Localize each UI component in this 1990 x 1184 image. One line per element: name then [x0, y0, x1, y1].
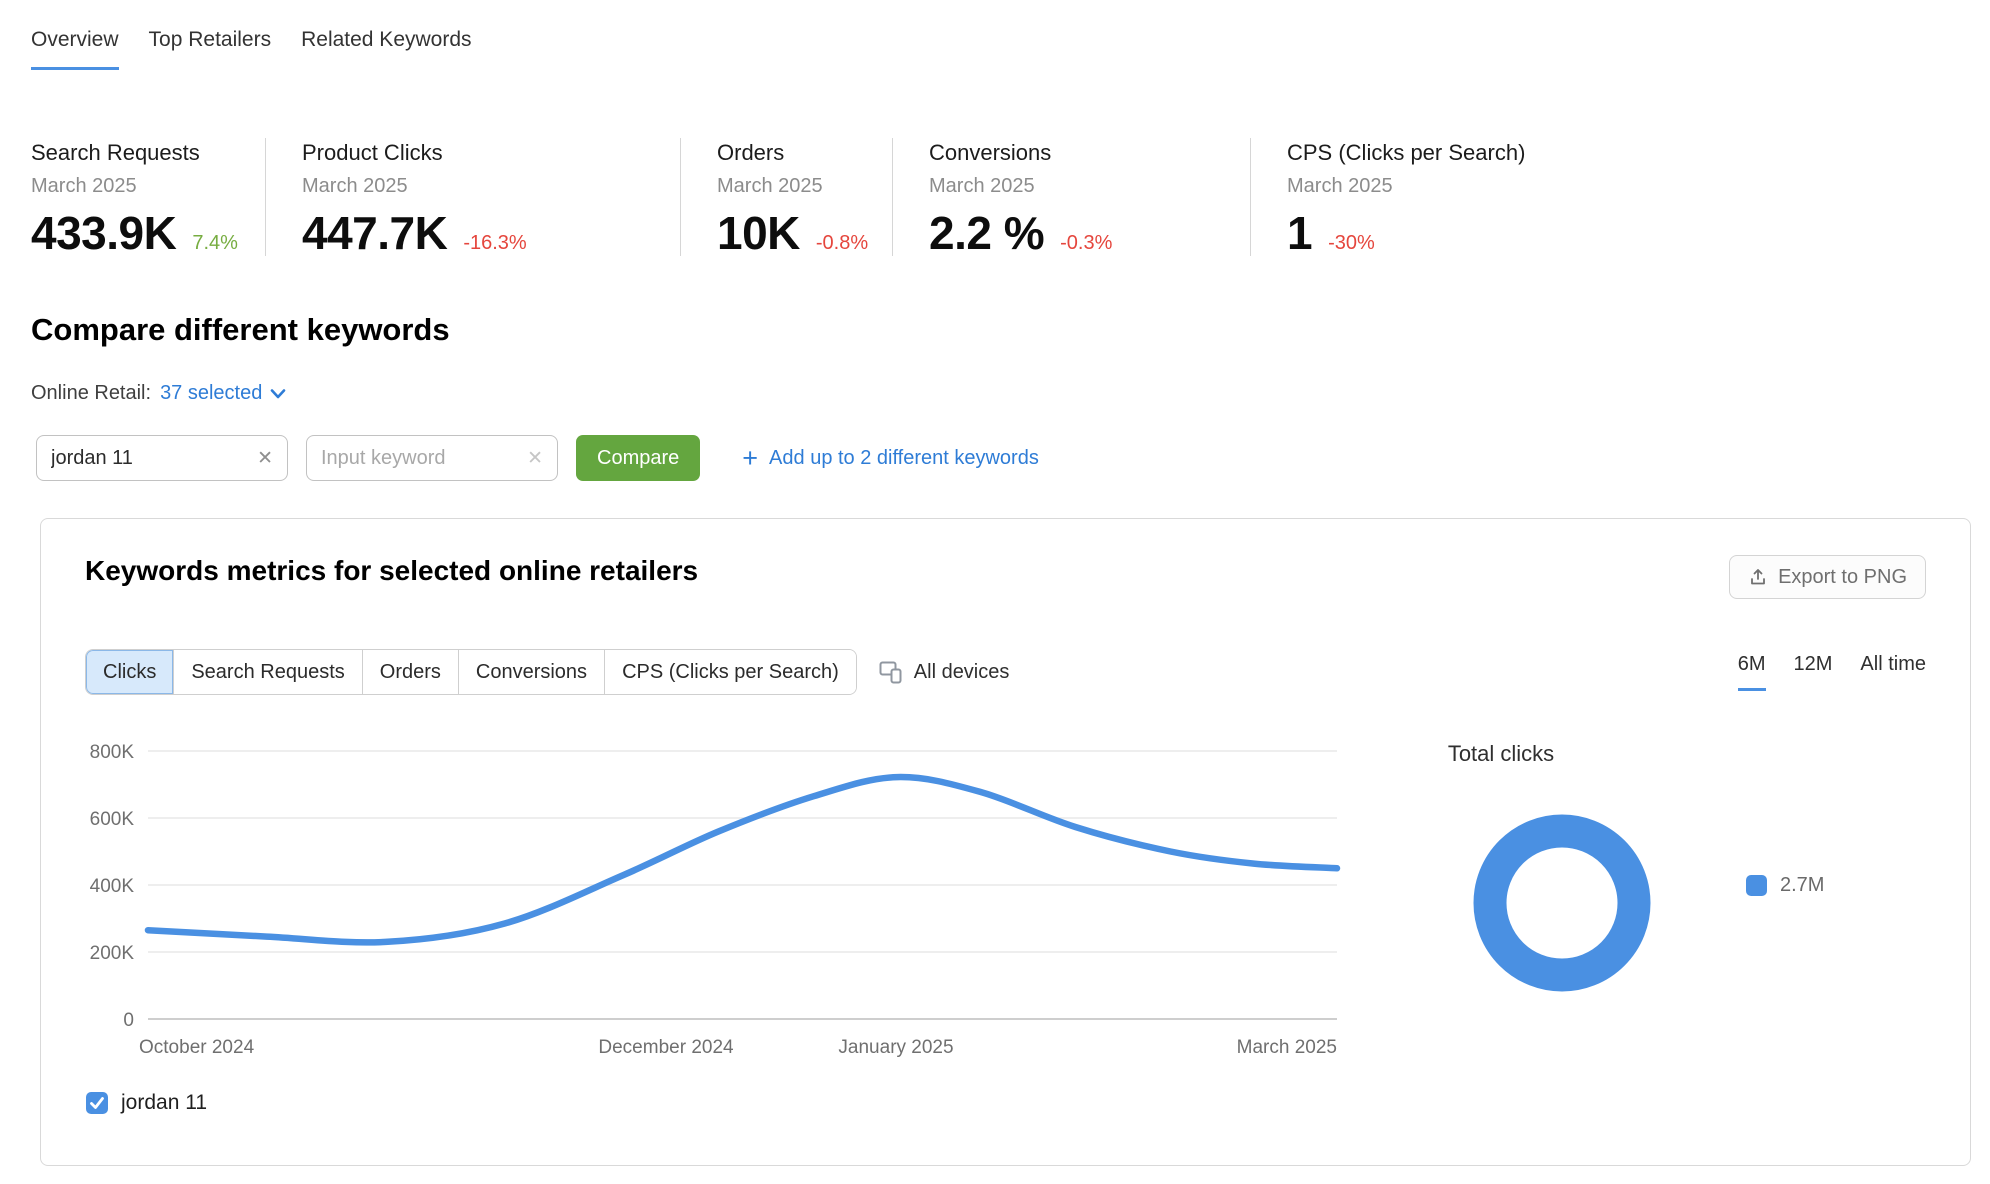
metric-tab-cps[interactable]: CPS (Clicks per Search): [604, 650, 856, 694]
legend-value: 2.7M: [1780, 874, 1824, 897]
metric-card-conversions: Conversions March 2025 2.2 % -0.3%: [892, 138, 1250, 256]
plus-icon: +: [742, 445, 758, 472]
metric-label: Conversions: [929, 140, 1250, 166]
range-all-time[interactable]: All time: [1860, 653, 1926, 691]
devices-icon: [879, 661, 904, 684]
metric-tab-clicks[interactable]: Clicks: [86, 650, 173, 694]
legend-swatch: [1746, 875, 1767, 896]
retailer-filter-label: Online Retail:: [31, 382, 151, 405]
metric-period: March 2025: [1287, 175, 1890, 198]
metric-card-orders: Orders March 2025 10K -0.8%: [680, 138, 892, 256]
donut-ring: [1490, 831, 1634, 975]
svg-text:0: 0: [123, 1010, 134, 1031]
metric-value: 433.9K: [31, 206, 176, 260]
svg-text:200K: 200K: [90, 943, 135, 964]
metric-card-search-requests: Search Requests March 2025 433.9K 7.4%: [31, 138, 265, 256]
svg-text:400K: 400K: [90, 876, 135, 897]
keyword-input-2[interactable]: [321, 447, 511, 470]
svg-text:800K: 800K: [90, 742, 135, 763]
metric-label: Search Requests: [31, 140, 265, 166]
keywords-metrics-panel: Keywords metrics for selected online ret…: [40, 518, 1971, 1166]
add-keyword-label: Add up to 2 different keywords: [769, 447, 1039, 470]
y-axis-tick-labels: 800K 600K 400K 200K 0: [90, 742, 135, 1031]
metric-value: 10K: [717, 206, 800, 260]
clear-keyword-2-icon[interactable]: ✕: [527, 449, 543, 468]
metric-tab-search-requests[interactable]: Search Requests: [173, 650, 361, 694]
metric-tab-conversions[interactable]: Conversions: [458, 650, 604, 694]
panel-title: Keywords metrics for selected online ret…: [85, 555, 698, 587]
tab-top-retailers[interactable]: Top Retailers: [149, 28, 272, 70]
series-checkbox-checked[interactable]: [86, 1092, 108, 1114]
metric-value: 2.2 %: [929, 206, 1044, 260]
series-toggle-row[interactable]: jordan 11: [86, 1091, 207, 1115]
add-keyword-link[interactable]: + Add up to 2 different keywords: [742, 445, 1039, 472]
series-checkbox-label: jordan 11: [121, 1091, 207, 1115]
clear-keyword-1-icon[interactable]: ✕: [257, 449, 273, 468]
tab-overview[interactable]: Overview: [31, 28, 119, 70]
clicks-series-line: [148, 777, 1337, 942]
svg-text:600K: 600K: [90, 809, 135, 830]
metric-period: March 2025: [31, 175, 265, 198]
metric-summary-row: Search Requests March 2025 433.9K 7.4% P…: [31, 138, 1990, 256]
keyword-compare-controls: ✕ ✕ Compare + Add up to 2 different keyw…: [36, 435, 1039, 481]
metric-tab-group: Clicks Search Requests Orders Conversion…: [85, 649, 857, 695]
clicks-line-chart[interactable]: 800K 600K 400K 200K 0 October 2024 Decem…: [85, 715, 1345, 1065]
keyword-analytics-page: Overview Top Retailers Related Keywords …: [0, 0, 1990, 1184]
svg-text:January 2025: January 2025: [838, 1037, 953, 1058]
export-button-label: Export to PNG: [1778, 566, 1907, 589]
metric-value: 1: [1287, 206, 1312, 260]
chart-gridlines: [148, 751, 1337, 1019]
compare-button[interactable]: Compare: [576, 435, 700, 481]
svg-text:March 2025: March 2025: [1237, 1037, 1337, 1058]
svg-text:October 2024: October 2024: [139, 1037, 255, 1058]
all-devices-selector[interactable]: All devices: [879, 661, 1010, 684]
metric-period: March 2025: [302, 175, 680, 198]
donut-legend-item: 2.7M: [1746, 874, 1824, 897]
top-nav-tabs: Overview Top Retailers Related Keywords: [31, 28, 472, 70]
export-icon: [1748, 567, 1768, 587]
all-devices-label: All devices: [914, 661, 1010, 684]
metric-label: CPS (Clicks per Search): [1287, 140, 1890, 166]
metric-change: 7.4%: [192, 232, 238, 255]
svg-text:December 2024: December 2024: [598, 1037, 734, 1058]
checkmark-icon: [89, 1096, 105, 1110]
donut-title: Total clicks: [1391, 741, 1611, 767]
chevron-down-icon: [270, 388, 286, 400]
metric-card-cps: CPS (Clicks per Search) March 2025 1 -30…: [1250, 138, 1890, 256]
x-axis-tick-labels: October 2024 December 2024 January 2025 …: [139, 1037, 1337, 1058]
metric-change: -0.3%: [1060, 232, 1112, 255]
range-6m[interactable]: 6M: [1738, 653, 1766, 691]
metric-card-product-clicks: Product Clicks March 2025 447.7K -16.3%: [265, 138, 680, 256]
chart-controls-row: Clicks Search Requests Orders Conversion…: [85, 649, 1926, 695]
metric-label: Orders: [717, 140, 892, 166]
metric-change: -30%: [1328, 232, 1375, 255]
range-12m[interactable]: 12M: [1794, 653, 1833, 691]
retailer-filter-value: 37 selected: [160, 382, 262, 405]
export-to-png-button[interactable]: Export to PNG: [1729, 555, 1926, 599]
retailer-filter-row: Online Retail: 37 selected: [31, 382, 286, 405]
metric-period: March 2025: [717, 175, 892, 198]
metric-change: -16.3%: [463, 232, 526, 255]
total-clicks-donut-chart: [1467, 808, 1657, 998]
metric-tab-orders[interactable]: Orders: [362, 650, 458, 694]
metric-period: March 2025: [929, 175, 1250, 198]
keyword-input-1[interactable]: [51, 447, 241, 470]
metric-change: -0.8%: [816, 232, 868, 255]
metric-label: Product Clicks: [302, 140, 680, 166]
time-range-group: 6M 12M All time: [1738, 653, 1926, 691]
tab-related-keywords[interactable]: Related Keywords: [301, 28, 471, 70]
keyword-input-1-wrap: ✕: [36, 435, 288, 481]
retailer-filter-dropdown[interactable]: 37 selected: [160, 382, 286, 405]
compare-section-title: Compare different keywords: [31, 312, 450, 348]
keyword-input-2-wrap: ✕: [306, 435, 558, 481]
metric-value: 447.7K: [302, 206, 447, 260]
